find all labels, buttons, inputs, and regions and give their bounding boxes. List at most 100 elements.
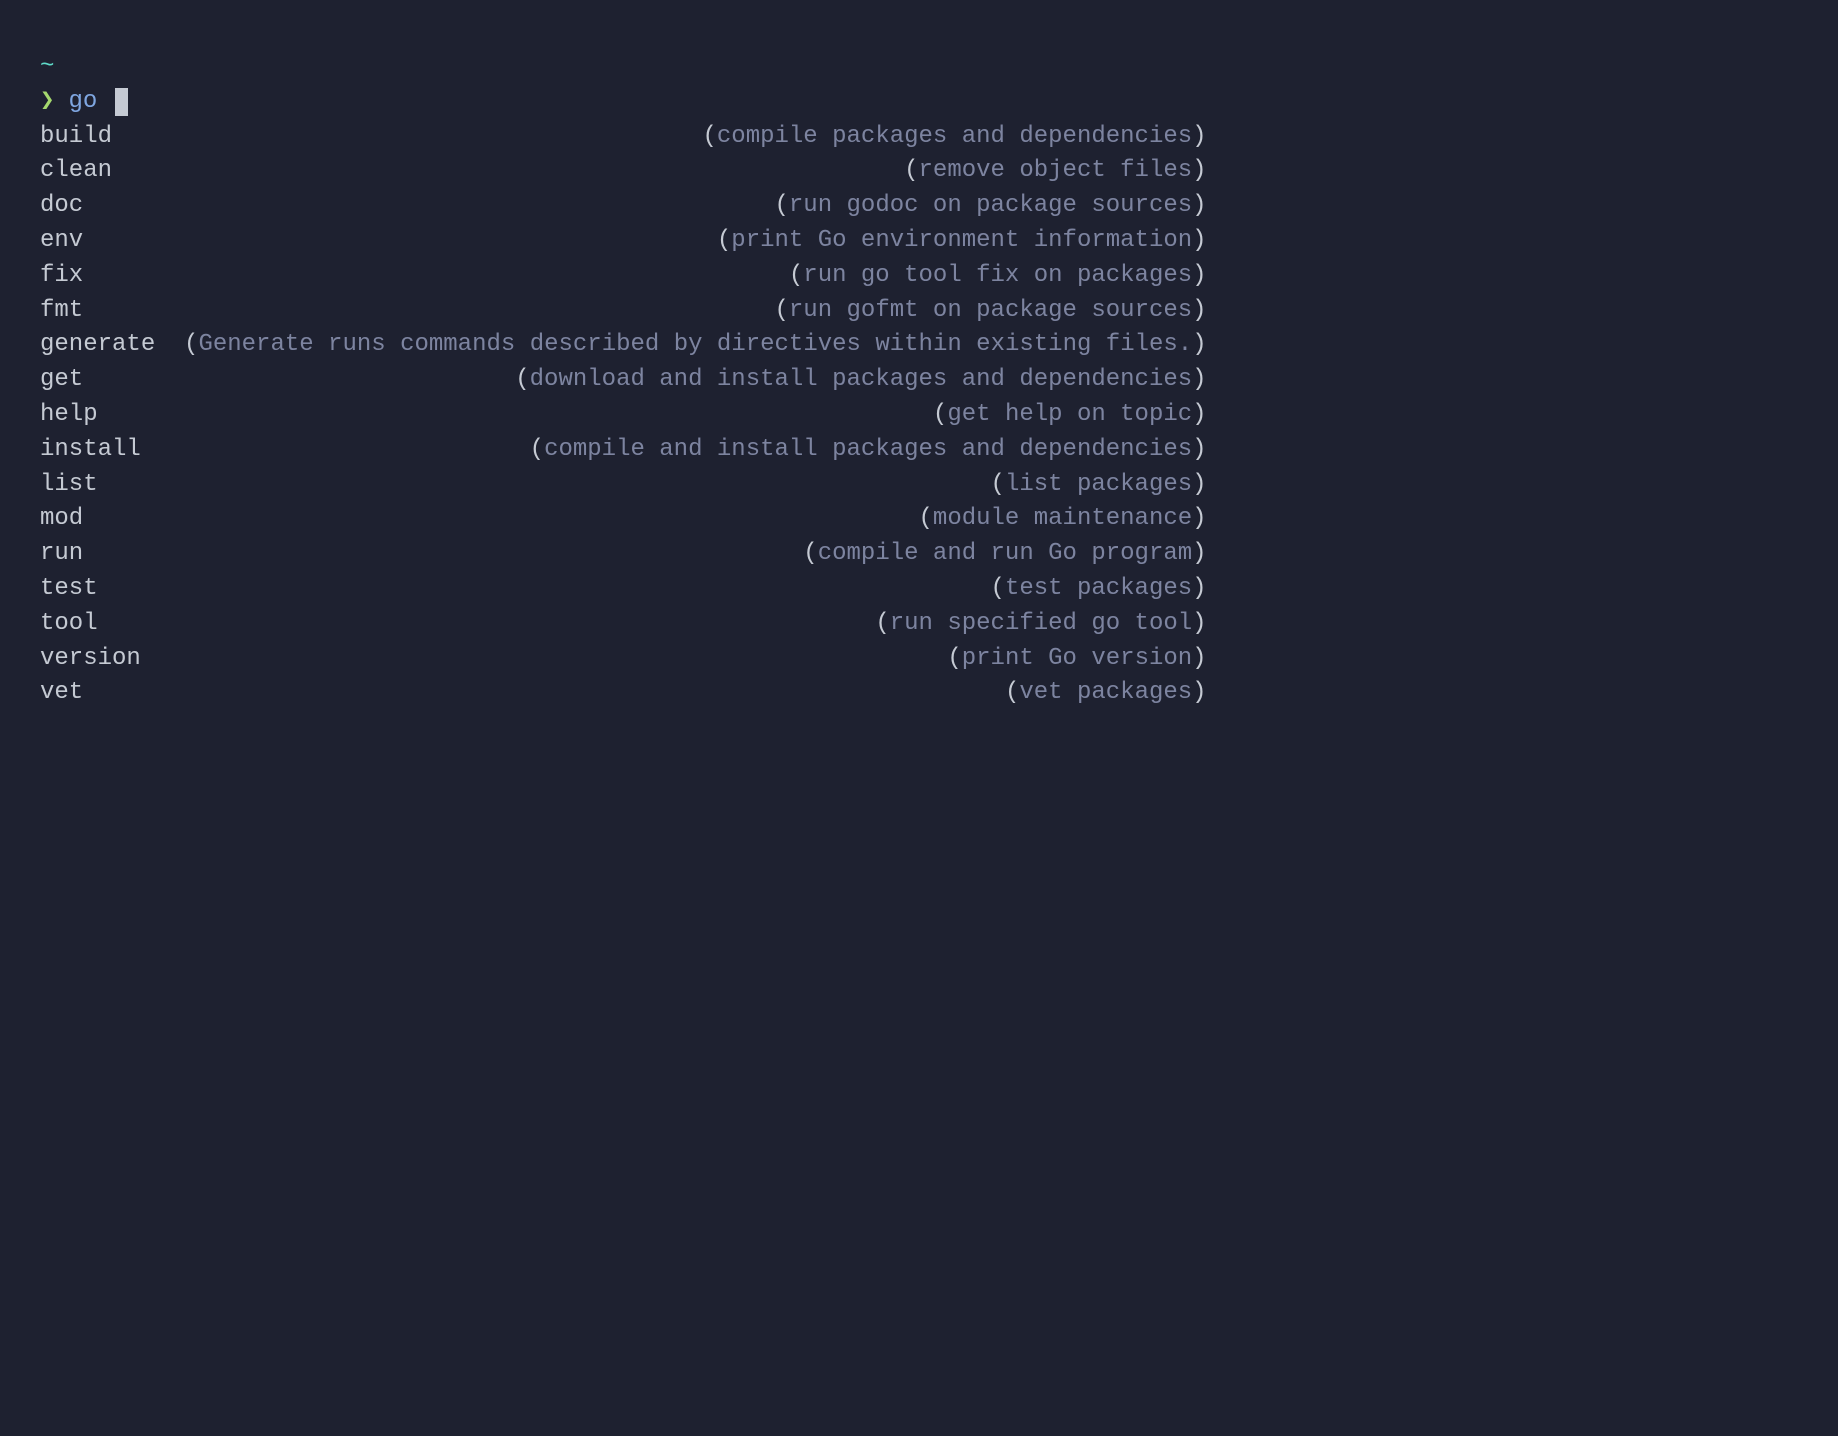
completion-desc-wrap: (Generate runs commands described by dir… (184, 328, 1207, 363)
completion-desc-wrap: (run go tool fix on packages) (789, 259, 1207, 294)
completion-desc: vet packages (1019, 679, 1192, 706)
close-paren: ) (1192, 192, 1206, 219)
completion-item[interactable]: run (compile and run Go program) (40, 537, 1207, 572)
completion-name: install (40, 433, 184, 468)
open-paren: ( (1005, 679, 1019, 706)
completion-desc-wrap: (test packages) (991, 572, 1207, 607)
completion-desc: get help on topic (947, 401, 1192, 428)
close-paren: ) (1192, 645, 1206, 672)
open-paren: ( (702, 123, 716, 150)
open-paren: ( (904, 157, 918, 184)
completion-item[interactable]: vet (vet packages) (40, 676, 1207, 711)
completion-name: get (40, 363, 184, 398)
close-paren: ) (1192, 575, 1206, 602)
close-paren: ) (1192, 157, 1206, 184)
close-paren: ) (1192, 610, 1206, 637)
completion-desc-wrap: (get help on topic) (933, 398, 1207, 433)
completion-name: run (40, 537, 184, 572)
prompt-symbol: ❯ (40, 85, 54, 120)
close-paren: ) (1192, 366, 1206, 393)
completion-desc-wrap: (run specified go tool) (875, 607, 1206, 642)
open-paren: ( (803, 540, 817, 567)
completion-name: generate (40, 328, 184, 363)
completion-name: vet (40, 676, 184, 711)
open-paren: ( (515, 366, 529, 393)
completion-desc-wrap: (print Go environment information) (717, 224, 1207, 259)
completion-item[interactable]: fmt (run gofmt on package sources) (40, 294, 1207, 329)
completion-name: build (40, 120, 184, 155)
completion-desc-wrap: (module maintenance) (919, 502, 1207, 537)
completion-item[interactable]: tool (run specified go tool) (40, 607, 1207, 642)
completion-item[interactable]: version (print Go version) (40, 642, 1207, 677)
open-paren: ( (775, 192, 789, 219)
close-paren: ) (1192, 262, 1206, 289)
completion-item[interactable]: mod (module maintenance) (40, 502, 1207, 537)
completion-name: mod (40, 502, 184, 537)
completion-item[interactable]: fix (run go tool fix on packages) (40, 259, 1207, 294)
open-paren: ( (933, 401, 947, 428)
open-paren: ( (717, 227, 731, 254)
completion-name: tool (40, 607, 184, 642)
open-paren: ( (789, 262, 803, 289)
close-paren: ) (1192, 123, 1206, 150)
open-paren: ( (184, 331, 198, 358)
completion-desc: run godoc on package sources (789, 192, 1192, 219)
completion-desc: run go tool fix on packages (803, 262, 1192, 289)
cwd-line: ~ (40, 50, 1798, 85)
open-paren: ( (991, 471, 1005, 498)
completion-desc: list packages (1005, 471, 1192, 498)
prompt-line[interactable]: ❯ go (40, 85, 1798, 120)
open-paren: ( (947, 645, 961, 672)
close-paren: ) (1192, 227, 1206, 254)
completion-item[interactable]: build (compile packages and dependencies… (40, 120, 1207, 155)
completion-name: test (40, 572, 184, 607)
completion-desc-wrap: (print Go version) (947, 642, 1206, 677)
completion-name: help (40, 398, 184, 433)
terminal[interactable]: ~ ❯ go build (compile packages and depen… (40, 50, 1798, 711)
completion-desc: Generate runs commands described by dire… (198, 331, 1192, 358)
completion-desc-wrap: (compile and install packages and depend… (530, 433, 1207, 468)
completion-item[interactable]: env (print Go environment information) (40, 224, 1207, 259)
completion-desc: compile and run Go program (818, 540, 1192, 567)
completion-name: fix (40, 259, 184, 294)
completion-desc: run specified go tool (890, 610, 1192, 637)
completion-item[interactable]: test (test packages) (40, 572, 1207, 607)
completion-desc-wrap: (run godoc on package sources) (775, 189, 1207, 224)
completion-name: list (40, 468, 184, 503)
open-paren: ( (919, 505, 933, 532)
completion-item[interactable]: install (compile and install packages an… (40, 433, 1207, 468)
completion-desc-wrap: (remove object files) (904, 154, 1206, 189)
completion-name: clean (40, 154, 184, 189)
completion-desc: compile and install packages and depende… (544, 436, 1192, 463)
completion-item[interactable]: get (download and install packages and d… (40, 363, 1207, 398)
completion-desc-wrap: (vet packages) (1005, 676, 1207, 711)
completion-desc: print Go version (962, 645, 1192, 672)
close-paren: ) (1192, 331, 1206, 358)
close-paren: ) (1192, 297, 1206, 324)
completion-desc: compile packages and dependencies (717, 123, 1192, 150)
completion-item[interactable]: doc (run godoc on package sources) (40, 189, 1207, 224)
completion-desc-wrap: (compile packages and dependencies) (702, 120, 1206, 155)
completion-item[interactable]: clean (remove object files) (40, 154, 1207, 189)
completion-item[interactable]: list (list packages) (40, 468, 1207, 503)
cursor-icon (115, 88, 128, 116)
completion-desc: run gofmt on package sources (789, 297, 1192, 324)
completion-desc: download and install packages and depend… (530, 366, 1193, 393)
open-paren: ( (875, 610, 889, 637)
completion-name: version (40, 642, 184, 677)
completion-desc: test packages (1005, 575, 1192, 602)
completion-name: doc (40, 189, 184, 224)
completion-item[interactable]: generate (Generate runs commands describ… (40, 328, 1207, 363)
open-paren: ( (775, 297, 789, 324)
completion-item[interactable]: help (get help on topic) (40, 398, 1207, 433)
completion-desc: print Go environment information (731, 227, 1192, 254)
completion-desc: remove object files (919, 157, 1193, 184)
close-paren: ) (1192, 401, 1206, 428)
close-paren: ) (1192, 436, 1206, 463)
completion-desc-wrap: (list packages) (991, 468, 1207, 503)
close-paren: ) (1192, 505, 1206, 532)
completion-list: build (compile packages and dependencies… (40, 120, 1207, 712)
open-paren: ( (991, 575, 1005, 602)
completion-desc: module maintenance (933, 505, 1192, 532)
open-paren: ( (530, 436, 544, 463)
